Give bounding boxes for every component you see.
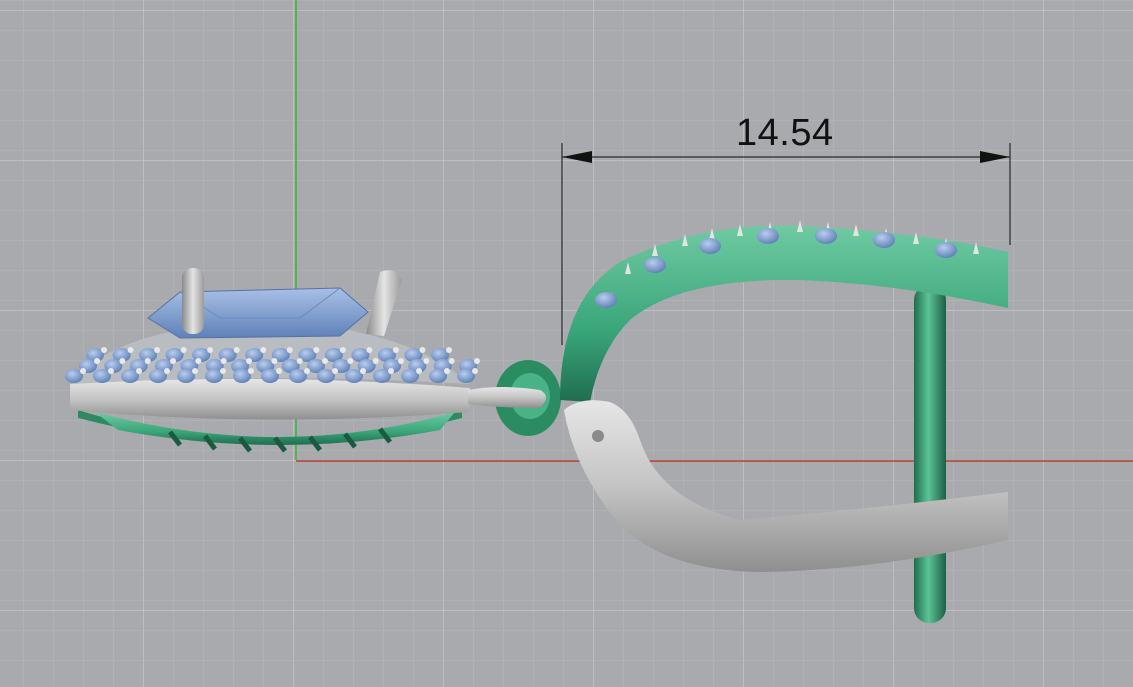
pave-prong: [366, 347, 373, 353]
pave-prong: [419, 347, 426, 353]
bail-stone: [644, 257, 666, 273]
pave-prong: [474, 358, 480, 364]
pave-prong: [332, 368, 338, 374]
pave-prong: [276, 368, 282, 374]
pave-prong: [248, 368, 254, 374]
pendant-bezel: [70, 378, 470, 420]
pave-prong: [372, 358, 379, 364]
ring-connector: [468, 387, 546, 408]
pave-prong: [144, 358, 151, 364]
bail-stone: [935, 242, 957, 258]
bail-stone: [815, 228, 837, 244]
pave-prong: [192, 368, 198, 374]
bail-stone: [873, 232, 895, 248]
viewport-canvas[interactable]: [0, 0, 1133, 687]
hinge-hole: [592, 430, 604, 442]
pave-prong: [446, 347, 452, 353]
pave-prong: [448, 358, 455, 364]
pave-prong: [322, 358, 328, 364]
pave-prong: [246, 358, 252, 364]
pave-prong: [347, 358, 354, 364]
pave-prong: [313, 347, 320, 353]
pave-prong: [423, 358, 430, 364]
pave-prong: [233, 347, 240, 353]
pave-prong: [119, 358, 126, 364]
bail-stone: [595, 292, 617, 308]
pave-prong: [164, 368, 170, 374]
pave-prong: [304, 368, 310, 374]
pave-prong: [360, 368, 366, 374]
center-gemstone: [147, 287, 369, 339]
dimension-value[interactable]: 14.54: [736, 114, 834, 152]
pave-prong: [207, 347, 214, 353]
pave-prong: [286, 347, 293, 353]
pave-prong: [220, 358, 227, 364]
pave-prong: [195, 358, 202, 364]
pave-prong: [416, 368, 422, 374]
pave-prong: [108, 368, 114, 374]
pave-prong: [296, 358, 303, 364]
pave-prong: [398, 358, 404, 364]
pave-prong: [170, 358, 176, 364]
pave-prong: [339, 347, 346, 353]
pave-prong: [444, 368, 450, 374]
pave-prong: [271, 358, 278, 364]
pave-prong: [136, 368, 142, 374]
pave-prong: [127, 347, 134, 353]
pave-prong: [94, 358, 100, 364]
pave-prong: [388, 368, 394, 374]
bail-stone: [757, 228, 779, 244]
pave-prong: [472, 368, 478, 374]
pave-prong: [392, 347, 399, 353]
bail-stone: [699, 238, 721, 254]
pave-prong: [154, 347, 161, 353]
3d-viewport[interactable]: 14.54: [0, 0, 1133, 687]
clasp-pin: [914, 285, 946, 623]
prong-left: [182, 268, 204, 334]
pave-prong: [220, 368, 226, 374]
pave-prong: [260, 347, 267, 353]
pave-prong: [80, 368, 86, 374]
pave-prong: [180, 347, 187, 353]
pave-prong: [101, 347, 107, 353]
